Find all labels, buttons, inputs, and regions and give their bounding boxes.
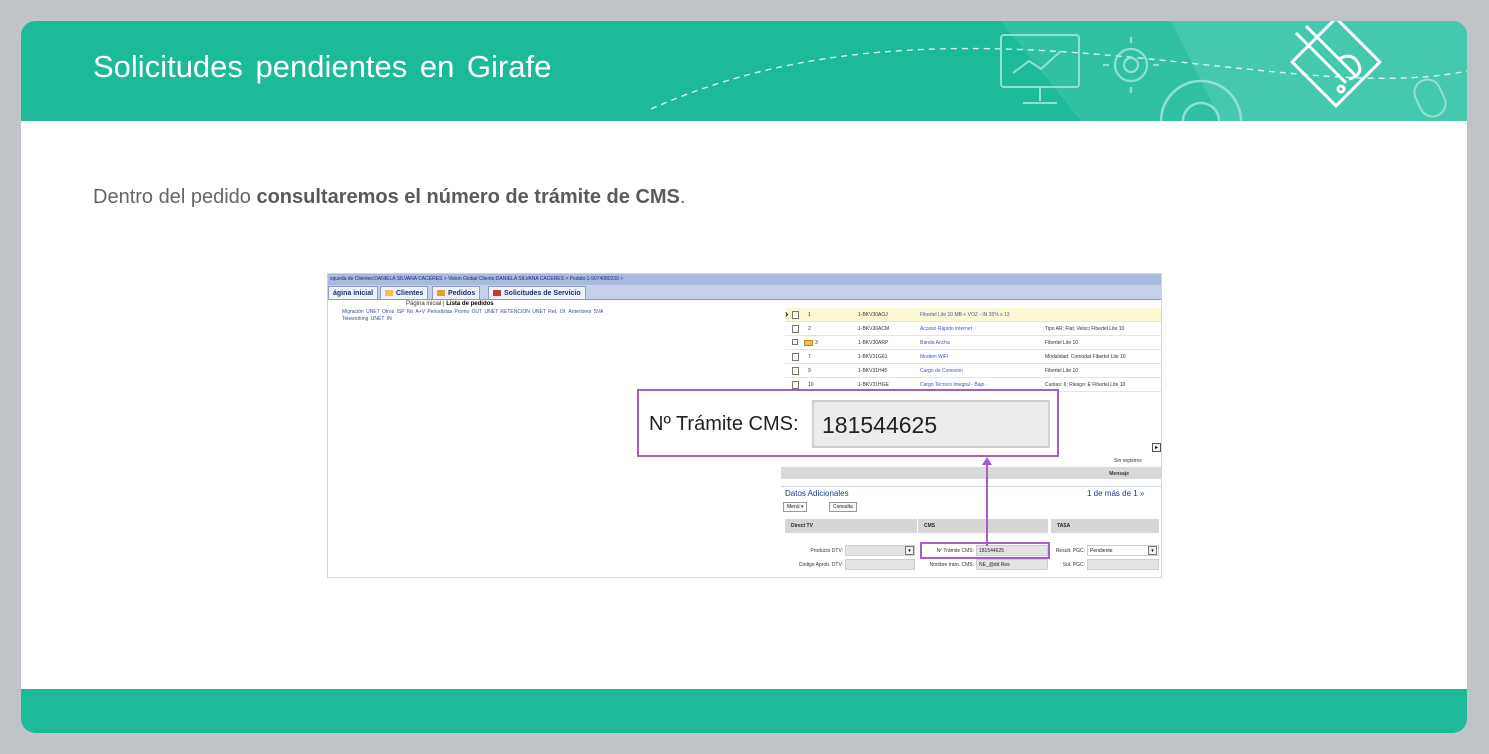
- intro-suffix: .: [679, 186, 686, 208]
- expand-icon[interactable]: [792, 339, 798, 345]
- document-icon: [792, 353, 799, 361]
- consulta-button[interactable]: Consulta: [829, 502, 857, 512]
- callout-label: Nº Trámite CMS:: [649, 413, 799, 435]
- menu-button[interactable]: Menú ▾: [783, 502, 808, 512]
- subnav-current: Lista de pedidos: [446, 301, 494, 307]
- list-item[interactable]: › 1 1-BKV30AOJ Fibertel Lite 10 MB + VOZ…: [785, 308, 1161, 322]
- intro-bold: consultaremos el número de trámite de CM…: [256, 186, 680, 208]
- subnav-home-link[interactable]: Página inicial: [406, 301, 441, 307]
- pager[interactable]: 1 de más de 1 »: [1087, 489, 1144, 498]
- nombre-tram-label: Nombre tram. CMS:: [929, 562, 974, 568]
- header-banner: Solicitudes pendientes en Girafe: [21, 21, 1467, 121]
- additional-data-title: Datos Adicionales: [785, 489, 849, 498]
- folder-icon: [804, 340, 813, 346]
- order-items-list: › 1 1-BKV30AOJ Fibertel Lite 10 MB + VOZ…: [785, 308, 1161, 392]
- tab-pedidos[interactable]: Pedidos: [432, 286, 481, 299]
- zoom-callout: Nº Trámite CMS: 181544625: [637, 389, 1059, 457]
- footer-bar: [21, 689, 1467, 733]
- list-item[interactable]: 9 1-BKV31H45 Cargo de Conexion Fibertel …: [785, 364, 1161, 378]
- codigo-aprob-field[interactable]: [845, 559, 915, 570]
- chevron-down-icon[interactable]: ▾: [905, 546, 914, 555]
- filter-links-row1[interactable]: Migración UNET Otros ISP No A+V Periodis…: [342, 309, 603, 315]
- result-pgc-label: Result. PGC:: [1055, 548, 1085, 554]
- column-tasa: TASA: [1051, 519, 1159, 533]
- column-cms: CMS: [918, 519, 1048, 533]
- list-item[interactable]: 2 1-BKV30ACM Acceso Rápido Internet Tipo…: [785, 322, 1161, 336]
- filter-links-row2[interactable]: Teleworking UNET IN: [342, 316, 392, 322]
- list-item[interactable]: 7 1-BKV31G61 Modem WiFi Modalidad: Comod…: [785, 350, 1161, 364]
- column-direct-tv: Direct TV: [785, 519, 917, 533]
- intro-text: Dentro del pedido consultaremos el númer…: [93, 186, 685, 209]
- no-records-text: Sin registros: [1114, 458, 1142, 464]
- folder-icon: [385, 290, 393, 296]
- sol-pgc-label: Sol. PGC:: [1062, 562, 1085, 568]
- callout-value-field: 181544625: [812, 400, 1050, 448]
- intro-prefix: Dentro del pedido: [93, 186, 257, 208]
- codigo-aprob-label: Código Aprob. DTV:: [798, 562, 843, 568]
- toolbox-icon: [493, 290, 501, 296]
- tab-home[interactable]: ágina inicial: [328, 286, 379, 299]
- current-row-arrow-icon: ›: [785, 309, 789, 320]
- message-header: Mensaje: [781, 467, 1161, 479]
- document-icon: [792, 311, 799, 319]
- tab-bar: ágina inicial Clientes Pedidos Solicitud…: [328, 285, 1161, 300]
- document-icon: [792, 325, 799, 333]
- subnav-separator: |: [443, 301, 445, 307]
- scroll-right-button[interactable]: ▸: [1152, 443, 1161, 452]
- list-item[interactable]: 3 1-BKV30ARP Banda Ancha Fibertel Lite 1…: [785, 336, 1161, 350]
- chevron-down-icon[interactable]: ▾: [1148, 546, 1157, 555]
- sol-pgc-field[interactable]: [1087, 559, 1159, 570]
- producto-dtv-label: Producto DTV:: [810, 548, 843, 554]
- page-title: Solicitudes pendientes en Girafe: [93, 49, 552, 84]
- slide: Solicitudes pendientes en Girafe Dentro …: [21, 21, 1467, 733]
- additional-data-panel: Datos Adicionales 1 de más de 1 » Menú ▾…: [781, 486, 1161, 577]
- nombre-tram-field[interactable]: NE_@dd Res: [976, 559, 1048, 570]
- document-icon: [792, 381, 799, 389]
- sub-navigation: Página inicial | Lista de pedidos: [406, 301, 494, 307]
- tramite-highlight-box: [920, 542, 1050, 559]
- cart-icon: [437, 290, 445, 296]
- tab-clientes[interactable]: Clientes: [380, 286, 429, 299]
- tab-solicitudes[interactable]: Solicitudes de Servicio: [488, 286, 586, 299]
- breadcrumb: squeda de Clientes:DANIELA SILVANA CACER…: [328, 274, 1161, 285]
- document-icon: [792, 367, 799, 375]
